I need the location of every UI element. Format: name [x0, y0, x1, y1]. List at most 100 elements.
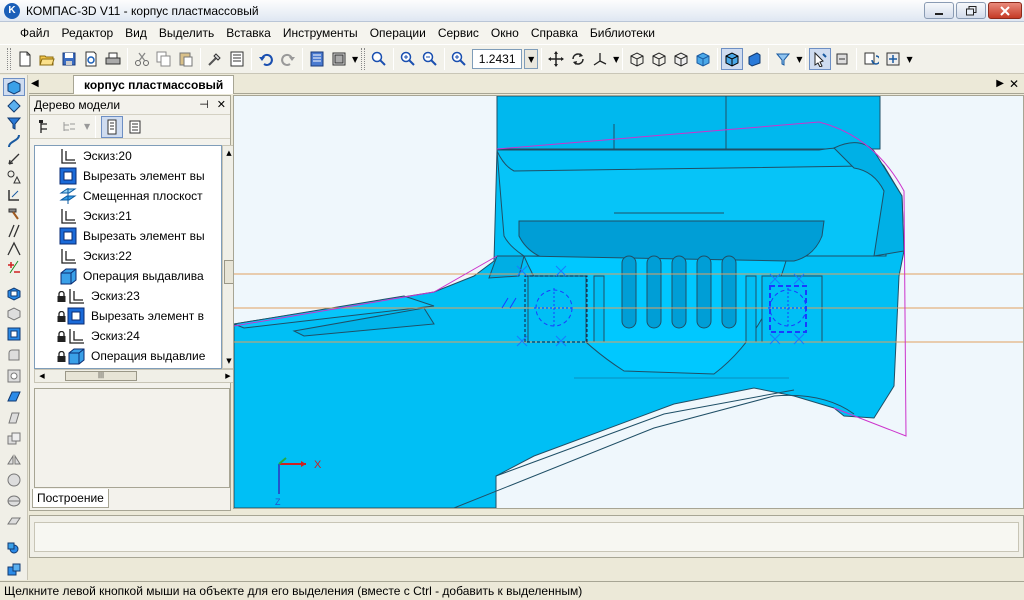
tab-scroll-right-icon[interactable]: ▶: [996, 78, 1004, 89]
save-button[interactable]: [58, 48, 80, 70]
scroll-left-icon[interactable]: ◀: [35, 370, 49, 382]
menu-tools[interactable]: Инструменты: [277, 26, 364, 40]
tab-scroll-left-icon[interactable]: ◀: [31, 78, 39, 89]
toolbar-more-icon[interactable]: ▼: [906, 55, 912, 64]
ltb-marks-button[interactable]: [3, 258, 25, 276]
ltb-hole-button[interactable]: [3, 366, 25, 387]
ltb-dimensions-button[interactable]: [3, 150, 25, 168]
ltb-fillet-button[interactable]: [3, 345, 25, 366]
orientation-button[interactable]: [589, 48, 611, 70]
tree-item[interactable]: Вырезать элемент вы: [35, 166, 221, 186]
tree-item[interactable]: Эскиз:22: [35, 246, 221, 266]
manager-button[interactable]: [306, 48, 328, 70]
wireframe-button[interactable]: [626, 48, 648, 70]
model-viewport[interactable]: X Z: [233, 95, 1024, 509]
ltb-surfaces-button[interactable]: [3, 96, 25, 114]
new-doc-button[interactable]: [14, 48, 36, 70]
menu-window[interactable]: Окно: [485, 26, 525, 40]
ltb-extrude-button[interactable]: [3, 282, 25, 303]
ltb-filter-button[interactable]: [3, 114, 25, 132]
ltb-plane-button[interactable]: [3, 512, 25, 533]
filter-button[interactable]: [772, 48, 794, 70]
toolbar-grip[interactable]: [361, 48, 366, 70]
menu-file[interactable]: Файл: [14, 26, 56, 40]
tree-structure-button[interactable]: [34, 116, 56, 138]
undo-button[interactable]: [255, 48, 277, 70]
rotate-button[interactable]: [567, 48, 589, 70]
command-input-area[interactable]: [34, 522, 1019, 552]
tree-item[interactable]: Смещенная плоскост: [35, 186, 221, 206]
model-view-canvas[interactable]: X Z: [234, 96, 1023, 508]
tree-item[interactable]: Эскиз:23: [35, 286, 221, 306]
open-button[interactable]: [36, 48, 58, 70]
ltb-measure-button[interactable]: [3, 240, 25, 258]
tree-horizontal-scrollbar[interactable]: ◀ ||| ▶: [34, 369, 236, 383]
hidden-lines-button[interactable]: [648, 48, 670, 70]
no-hidden-lines-button[interactable]: [670, 48, 692, 70]
ltb-rib-button[interactable]: [3, 407, 25, 428]
tree-filter-button[interactable]: [58, 116, 80, 138]
redo-button[interactable]: [277, 48, 299, 70]
ltb-shell-button[interactable]: [3, 387, 25, 408]
tree-item[interactable]: Операция выдавлива: [35, 266, 221, 286]
tree-item[interactable]: Вырезать элемент вы: [35, 226, 221, 246]
filter-dropdown-icon[interactable]: ▼: [796, 55, 802, 64]
print-button[interactable]: [102, 48, 124, 70]
ltb-geometry-button[interactable]: [3, 168, 25, 186]
tree-view-button[interactable]: [101, 115, 124, 138]
menu-libraries[interactable]: Библиотеки: [584, 26, 661, 40]
scroll-thumb-horizontal[interactable]: |||: [65, 371, 137, 381]
zoom-scale-button[interactable]: [448, 48, 470, 70]
ltb-sphere-button[interactable]: [3, 470, 25, 491]
toolbar-more-icon[interactable]: ▼: [352, 55, 358, 64]
ltb-cut-extrude-button[interactable]: [3, 324, 25, 345]
rebuild-button[interactable]: [860, 48, 882, 70]
properties-button[interactable]: [204, 48, 226, 70]
ltb-params-button[interactable]: [3, 222, 25, 240]
ltb-constraints-button[interactable]: [3, 186, 25, 204]
tree-item[interactable]: Эскиз:24: [35, 326, 221, 346]
ltb-settings-button[interactable]: [3, 538, 25, 559]
tree-item[interactable]: Операция выдавлие: [35, 346, 221, 366]
parameters-button[interactable]: [882, 48, 904, 70]
halftone-edges-button[interactable]: [721, 48, 744, 70]
zoom-window-button[interactable]: [368, 48, 390, 70]
ltb-rotate-op-button[interactable]: [3, 303, 25, 324]
ltb-thread-button[interactable]: [3, 491, 25, 512]
halftone-button[interactable]: [692, 48, 714, 70]
menu-view[interactable]: Вид: [119, 26, 153, 40]
close-button[interactable]: [988, 2, 1022, 19]
zoom-out-button[interactable]: [419, 48, 441, 70]
copy-button[interactable]: [153, 48, 175, 70]
tree-filter-dropdown-icon[interactable]: ▼: [84, 122, 90, 131]
library-button[interactable]: [328, 48, 350, 70]
zoom-in-button[interactable]: [397, 48, 419, 70]
ltb-solid-ops-button[interactable]: [2, 78, 25, 97]
zoom-dropdown-button[interactable]: ▼: [524, 49, 539, 69]
select-button[interactable]: [809, 48, 832, 70]
menu-insert[interactable]: Вставка: [220, 26, 277, 40]
list-button[interactable]: [226, 48, 248, 70]
menu-select[interactable]: Выделить: [153, 26, 220, 40]
cut-button[interactable]: [131, 48, 153, 70]
tab-construction[interactable]: Построение: [32, 489, 109, 508]
minimize-button[interactable]: [924, 2, 954, 19]
ltb-array-button[interactable]: [3, 428, 25, 449]
tree-item[interactable]: Вырезать элемент в: [35, 306, 221, 326]
tree-item[interactable]: Эскиз:21: [35, 206, 221, 226]
orientation-dropdown-icon[interactable]: ▼: [613, 55, 619, 64]
tab-close-icon[interactable]: ✕: [1009, 77, 1019, 91]
tree-item[interactable]: Эскиз:20: [35, 146, 221, 166]
ltb-mirror-button[interactable]: [3, 449, 25, 470]
menu-operations[interactable]: Операции: [364, 26, 432, 40]
ltb-curves-button[interactable]: [3, 132, 25, 150]
menu-help[interactable]: Справка: [525, 26, 584, 40]
ltb-assembly-button[interactable]: [3, 559, 25, 580]
pan-button[interactable]: [545, 48, 567, 70]
toolbar-grip[interactable]: [7, 48, 11, 70]
close-panel-icon[interactable]: ✕: [217, 98, 226, 111]
tab-document[interactable]: корпус пластмассовый: [73, 75, 235, 94]
paste-button[interactable]: [175, 48, 197, 70]
zoom-scale-field[interactable]: 1.2431: [472, 49, 523, 69]
menu-editor[interactable]: Редактор: [56, 26, 120, 40]
